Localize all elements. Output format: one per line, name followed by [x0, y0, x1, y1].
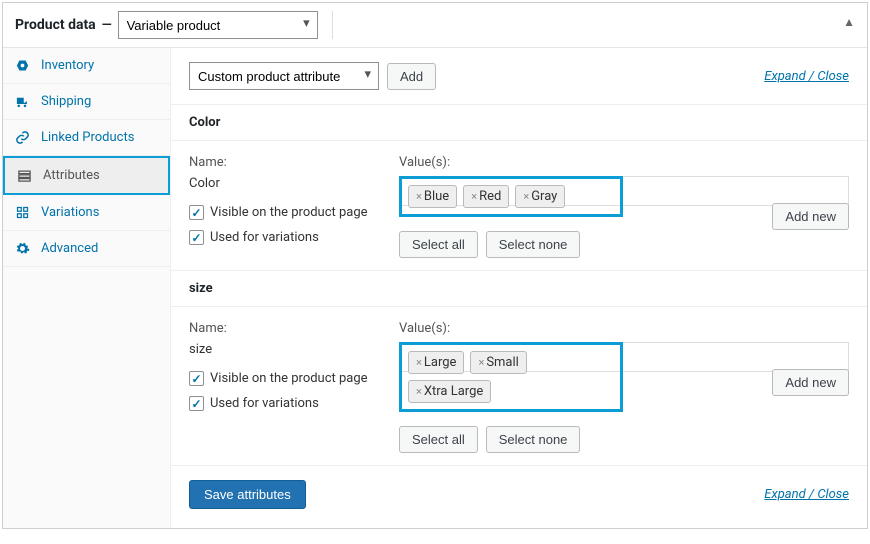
sidebar-item-label: Shipping	[41, 94, 91, 109]
gear-icon	[15, 241, 33, 256]
visible-checkbox[interactable]	[189, 205, 204, 220]
shipping-icon	[15, 94, 33, 109]
attributes-panel: Custom product attribute Add Expand / Cl…	[171, 48, 867, 528]
value-tag: ×Small	[470, 351, 526, 374]
sidebar-item-advanced[interactable]: Advanced	[3, 231, 170, 267]
select-none-button[interactable]: Select none	[486, 231, 581, 258]
add-new-button[interactable]: Add new	[772, 203, 849, 230]
link-icon	[15, 130, 33, 145]
save-attributes-button[interactable]: Save attributes	[189, 480, 306, 509]
value-tag: ×Xtra Large	[408, 380, 491, 403]
sidebar-item-label: Advanced	[41, 241, 98, 256]
attribute-section: Name: size Visible on the product page U…	[171, 307, 867, 466]
variations-checkbox-label: Used for variations	[210, 230, 319, 245]
sidebar-item-linked-products[interactable]: Linked Products	[3, 120, 170, 156]
sidebar-item-label: Variations	[41, 205, 99, 220]
attributes-icon	[17, 168, 35, 183]
visible-checkbox-label: Visible on the product page	[210, 205, 368, 220]
name-value: size	[189, 342, 399, 357]
add-attribute-button[interactable]: Add	[387, 63, 436, 90]
collapse-toggle-icon[interactable]: ▲	[843, 15, 855, 29]
remove-tag-icon[interactable]: ×	[416, 356, 422, 369]
attribute-header[interactable]: Color	[171, 105, 867, 141]
remove-tag-icon[interactable]: ×	[416, 190, 422, 203]
variations-icon	[15, 205, 33, 220]
sidebar-item-label: Attributes	[43, 168, 100, 183]
visible-checkbox[interactable]	[189, 371, 204, 386]
panel-title: Product data	[15, 17, 96, 33]
remove-tag-icon[interactable]: ×	[523, 190, 529, 203]
remove-tag-icon[interactable]: ×	[471, 190, 477, 203]
add-new-button[interactable]: Add new	[772, 369, 849, 396]
select-all-button[interactable]: Select all	[399, 426, 478, 453]
product-type-select[interactable]: Variable product	[118, 11, 318, 39]
name-label: Name:	[189, 321, 399, 336]
name-value: Color	[189, 176, 399, 191]
sidebar-item-label: Linked Products	[41, 130, 134, 145]
select-all-button[interactable]: Select all	[399, 231, 478, 258]
visible-checkbox-label: Visible on the product page	[210, 371, 368, 386]
select-none-button[interactable]: Select none	[486, 426, 581, 453]
sidebar-item-label: Inventory	[41, 58, 94, 73]
panel-header: Product data — Variable product ▲	[3, 3, 867, 48]
variations-checkbox-label: Used for variations	[210, 396, 319, 411]
expand-close-link[interactable]: Expand / Close	[764, 487, 849, 502]
variations-checkbox[interactable]	[189, 396, 204, 411]
values-label: Value(s):	[399, 155, 849, 170]
values-label: Value(s):	[399, 321, 849, 336]
values-tag-box[interactable]: ×Blue ×Red ×Gray	[399, 176, 623, 217]
values-tag-box[interactable]: ×Large ×Small ×Xtra Large	[399, 342, 623, 412]
inventory-icon	[15, 58, 33, 73]
product-data-panel: Product data — Variable product ▲ Invent…	[2, 2, 868, 529]
product-data-tabs: Inventory Shipping Linked Products Attri…	[3, 48, 171, 528]
attribute-type-select[interactable]: Custom product attribute	[189, 62, 379, 90]
value-tag: ×Red	[463, 185, 509, 208]
sidebar-item-attributes[interactable]: Attributes	[3, 156, 170, 195]
variations-checkbox[interactable]	[189, 230, 204, 245]
attribute-header[interactable]: size	[171, 271, 867, 307]
name-label: Name:	[189, 155, 399, 170]
sidebar-item-inventory[interactable]: Inventory	[3, 48, 170, 84]
expand-close-link[interactable]: Expand / Close	[764, 69, 849, 84]
sidebar-item-shipping[interactable]: Shipping	[3, 84, 170, 120]
attribute-section: Name: Color Visible on the product page …	[171, 141, 867, 271]
remove-tag-icon[interactable]: ×	[478, 356, 484, 369]
value-tag: ×Gray	[515, 185, 565, 208]
sidebar-item-variations[interactable]: Variations	[3, 195, 170, 231]
value-tag: ×Large	[408, 351, 464, 374]
remove-tag-icon[interactable]: ×	[416, 385, 422, 398]
value-tag: ×Blue	[408, 185, 457, 208]
